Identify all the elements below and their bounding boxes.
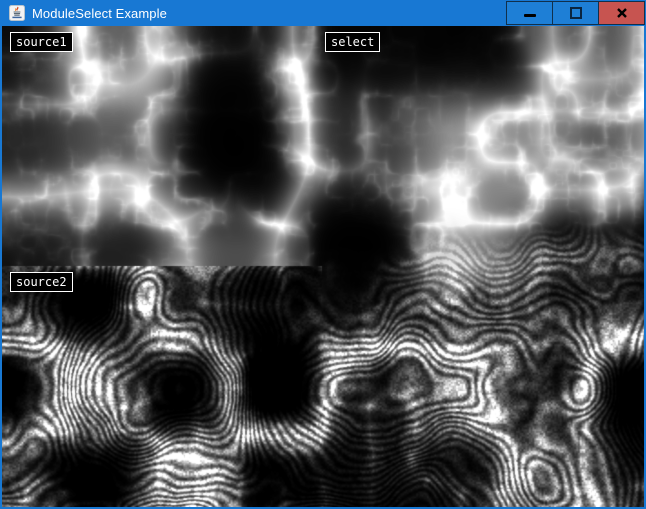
render-area: source1 select source2 xyxy=(2,26,644,507)
label-source1: source1 xyxy=(10,32,73,52)
java-coffee-cup-icon xyxy=(9,5,25,21)
minimize-button[interactable] xyxy=(506,1,553,25)
minimize-icon xyxy=(524,14,536,17)
titlebar[interactable]: ModuleSelect Example xyxy=(0,0,646,26)
label-source2: source2 xyxy=(10,272,73,292)
maximize-button[interactable] xyxy=(552,1,599,25)
maximize-icon xyxy=(570,7,582,19)
app-window: ModuleSelect Example source1 select sour… xyxy=(0,0,646,509)
noise-render-canvas xyxy=(2,26,644,507)
label-select: select xyxy=(325,32,380,52)
window-title: ModuleSelect Example xyxy=(32,6,167,21)
window-controls xyxy=(507,1,645,25)
close-button[interactable] xyxy=(598,1,645,25)
close-icon xyxy=(616,7,628,19)
